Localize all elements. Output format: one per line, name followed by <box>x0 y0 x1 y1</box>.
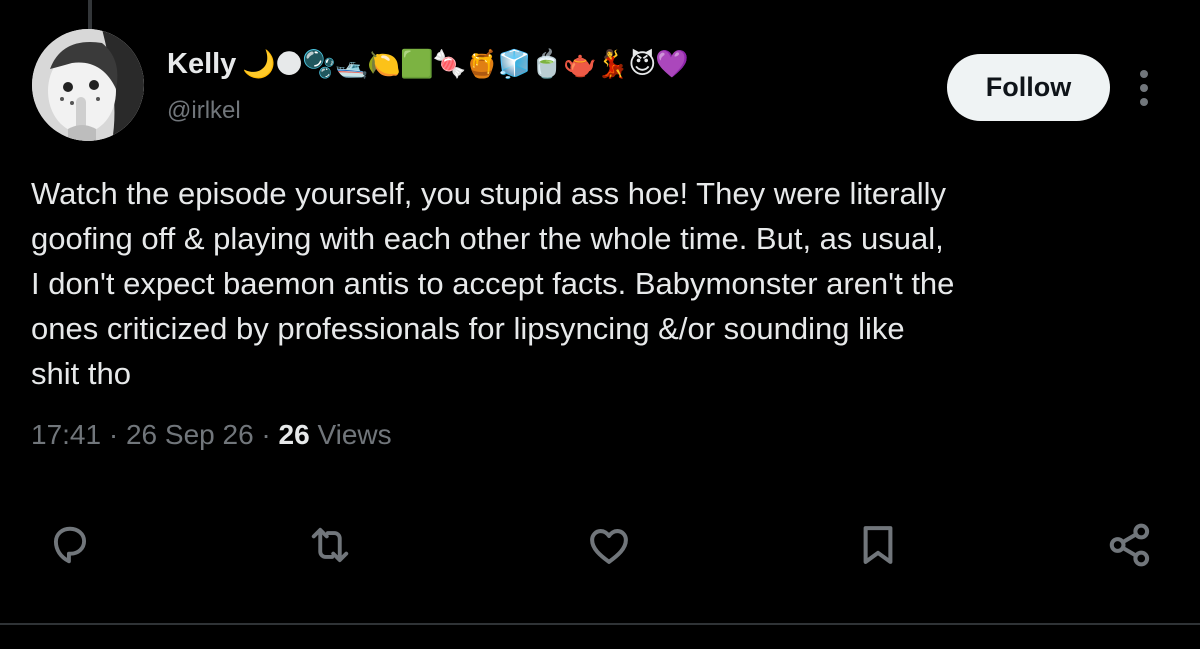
author-handle[interactable]: @irlkel <box>167 97 241 125</box>
more-options-button[interactable] <box>1127 65 1161 111</box>
meta-separator: · <box>261 419 271 450</box>
tweet-date[interactable]: 26 Sep 26 <box>126 419 254 450</box>
avatar[interactable] <box>32 29 144 141</box>
views-label: Views <box>317 419 392 450</box>
tweet-time[interactable]: 17:41 <box>31 419 101 450</box>
bottom-divider <box>0 623 1200 625</box>
repost-icon <box>311 527 349 563</box>
like-icon <box>590 529 628 564</box>
display-name[interactable]: Kelly <box>167 48 236 81</box>
action-bar <box>0 515 1200 575</box>
name-emojis: 🌙🌑🫧🛥️🍋🟩🍬🍯🧊🍵🫖💃😈💜 <box>242 48 689 80</box>
follow-button[interactable]: Follow <box>947 54 1110 121</box>
reply-icon <box>53 526 87 564</box>
tweet-text: Watch the episode yourself, you stupid a… <box>31 176 955 391</box>
author-name-row[interactable]: Kelly 🌙🌑🫧🛥️🍋🟩🍬🍯🧊🍵🫖💃😈💜 <box>167 44 689 84</box>
reply-button[interactable] <box>40 515 100 575</box>
tweet-meta: 17:41 · 26 Sep 26 · 26 Views <box>31 419 392 451</box>
avatar-image <box>32 29 144 141</box>
bookmark-icon <box>863 526 893 564</box>
repost-button[interactable] <box>300 515 360 575</box>
like-button[interactable] <box>579 515 639 575</box>
more-vertical-icon <box>1140 70 1148 106</box>
share-button[interactable] <box>1100 515 1160 575</box>
views-count: 26 <box>278 419 310 450</box>
meta-separator: · <box>108 419 119 450</box>
bookmark-button[interactable] <box>848 515 908 575</box>
share-icon <box>1109 523 1150 567</box>
thread-connector-line <box>88 0 92 30</box>
